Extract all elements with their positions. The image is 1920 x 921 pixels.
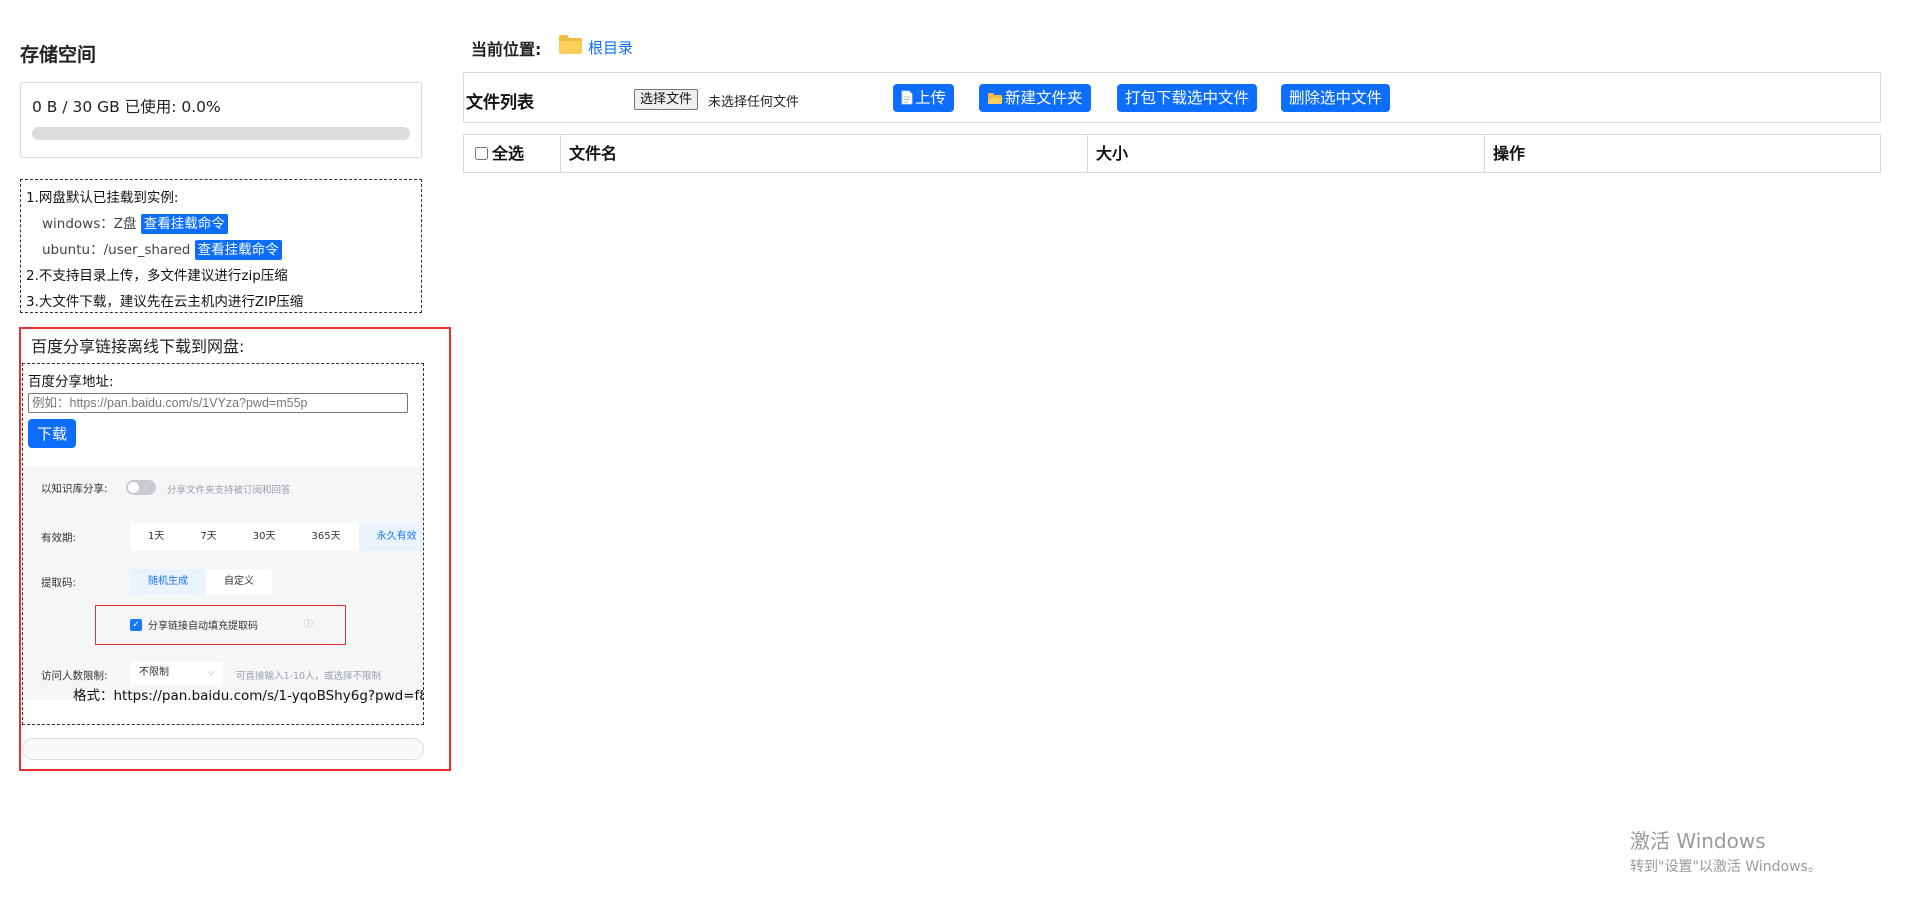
file-list-title: 文件列表	[466, 93, 534, 113]
file-table-header: 全选 文件名 大小 操作	[463, 134, 1881, 173]
example-validity-option: 7天	[200, 531, 217, 542]
file-icon	[901, 90, 913, 105]
column-header-actions: 操作	[1493, 144, 1526, 163]
windows-activation-watermark: 激活 Windows 转到"设置"以激活 Windows。	[1630, 825, 1822, 876]
baidu-address-label: 百度分享地址:	[28, 374, 114, 390]
example-validity-option: 365天	[311, 531, 341, 542]
no-file-selected-text: 未选择任何文件	[708, 95, 800, 110]
example-visitor-select: 不限制 ⌵	[130, 661, 223, 685]
breadcrumb-root-link[interactable]: 根目录	[588, 37, 633, 58]
note-line-3: 3.大文件下载，建议先在云主机内进行ZIP压缩	[26, 294, 304, 310]
mount-notes: 1.网盘默认已挂载到实例: windows：Z盘 查看挂载命令 ubuntu：/…	[20, 179, 422, 313]
example-validity-label: 有效期:	[41, 532, 77, 544]
example-visitor-value: 不限制	[139, 667, 169, 678]
baidu-share-example-image: 以知识库分享: 分享文件夹支持被订阅和回答 有效期: 1天 7天 30天 365…	[23, 467, 423, 700]
column-header-size: 大小	[1088, 135, 1485, 172]
info-icon: ⓘ	[304, 620, 314, 630]
storage-progress-bar	[32, 127, 410, 140]
baidu-offline-download-panel: 百度分享链接离线下载到网盘: 百度分享地址: 下载 以知识库分享: 分享文件夹支…	[19, 327, 451, 771]
new-folder-button-label: 新建文件夹	[1005, 89, 1083, 107]
select-all-label: 全选	[492, 144, 525, 163]
baidu-address-input[interactable]	[28, 393, 408, 413]
download-button[interactable]: 下载	[28, 419, 76, 448]
example-toggle-icon	[126, 480, 156, 495]
delete-selected-button[interactable]: 删除选中文件	[1281, 84, 1391, 112]
note-ubuntu-text: ubuntu：/user_shared	[42, 242, 191, 258]
example-validity-option: 30天	[252, 531, 276, 542]
example-visitor-label: 访问人数限制:	[41, 670, 108, 682]
folder-open-icon	[988, 93, 1003, 104]
note-line-1: 1.网盘默认已挂载到实例:	[26, 190, 179, 206]
example-visitor-hint: 可直接输入1-10人，或选择不限制	[236, 671, 382, 682]
baidu-form: 百度分享地址: 下载 以知识库分享: 分享文件夹支持被订阅和回答 有效期: 1天…	[22, 363, 424, 725]
baidu-panel-title: 百度分享链接离线下载到网盘:	[31, 337, 245, 356]
example-knowledge-label: 以知识库分享:	[41, 483, 108, 495]
chevron-down-icon: ⌵	[207, 667, 215, 678]
example-knowledge-hint: 分享文件夹支持被订阅和回答	[167, 485, 291, 496]
example-autofill-label: 分享链接自动填充提取码	[148, 621, 258, 632]
view-mount-command-windows-button[interactable]: 查看挂载命令	[140, 214, 228, 234]
file-toolbar: 文件列表 选择文件 未选择任何文件 上传 新建文件夹 打包下载选中文件 删除选中…	[463, 72, 1881, 123]
select-all-checkbox[interactable]	[475, 147, 488, 160]
example-autofill-highlight: ✓ 分享链接自动填充提取码 ⓘ	[95, 605, 346, 645]
note-ubuntu: ubuntu：/user_shared 查看挂载命令	[26, 237, 416, 263]
select-all-header: 全选	[464, 135, 561, 172]
example-code-option: 自定义	[224, 576, 254, 587]
pack-download-button[interactable]: 打包下载选中文件	[1117, 84, 1258, 112]
example-validity-option: 1天	[148, 531, 165, 542]
watermark-line-2: 转到"设置"以激活 Windows。	[1630, 859, 1822, 875]
storage-usage-text: 0 B / 30 GB 已使用: 0.0%	[32, 98, 221, 116]
checkbox-checked-icon: ✓	[130, 619, 142, 631]
example-validity-option-selected: 永久有效	[358, 523, 423, 551]
upload-button[interactable]: 上传	[893, 84, 955, 112]
column-header-filename: 文件名	[561, 135, 1088, 172]
storage-usage-card: 0 B / 30 GB 已使用: 0.0%	[20, 82, 422, 158]
baidu-format-text: 格式：https://pan.baidu.com/s/1-yqoBShy6g?p…	[73, 688, 424, 704]
example-code-options: 随机生成 自定义	[130, 569, 272, 595]
note-line-2: 2.不支持目录上传，多文件建议进行zip压缩	[26, 268, 288, 284]
watermark-line-1: 激活 Windows	[1630, 829, 1766, 853]
upload-button-label: 上传	[915, 89, 947, 107]
example-code-label: 提取码:	[41, 577, 77, 589]
example-code-option-selected: 随机生成	[130, 569, 206, 595]
example-validity-options: 1天 7天 30天 365天 永久有效	[130, 523, 423, 551]
baidu-download-progress	[22, 738, 424, 760]
folder-icon	[559, 35, 582, 54]
note-windows: windows：Z盘 查看挂载命令	[26, 211, 416, 237]
storage-title: 存储空间	[20, 44, 97, 66]
current-location-label: 当前位置:	[471, 40, 542, 59]
new-folder-button[interactable]: 新建文件夹	[979, 84, 1091, 112]
note-windows-text: windows：Z盘	[42, 216, 137, 232]
choose-file-button[interactable]: 选择文件	[634, 89, 699, 110]
view-mount-command-ubuntu-button[interactable]: 查看挂载命令	[194, 240, 282, 260]
